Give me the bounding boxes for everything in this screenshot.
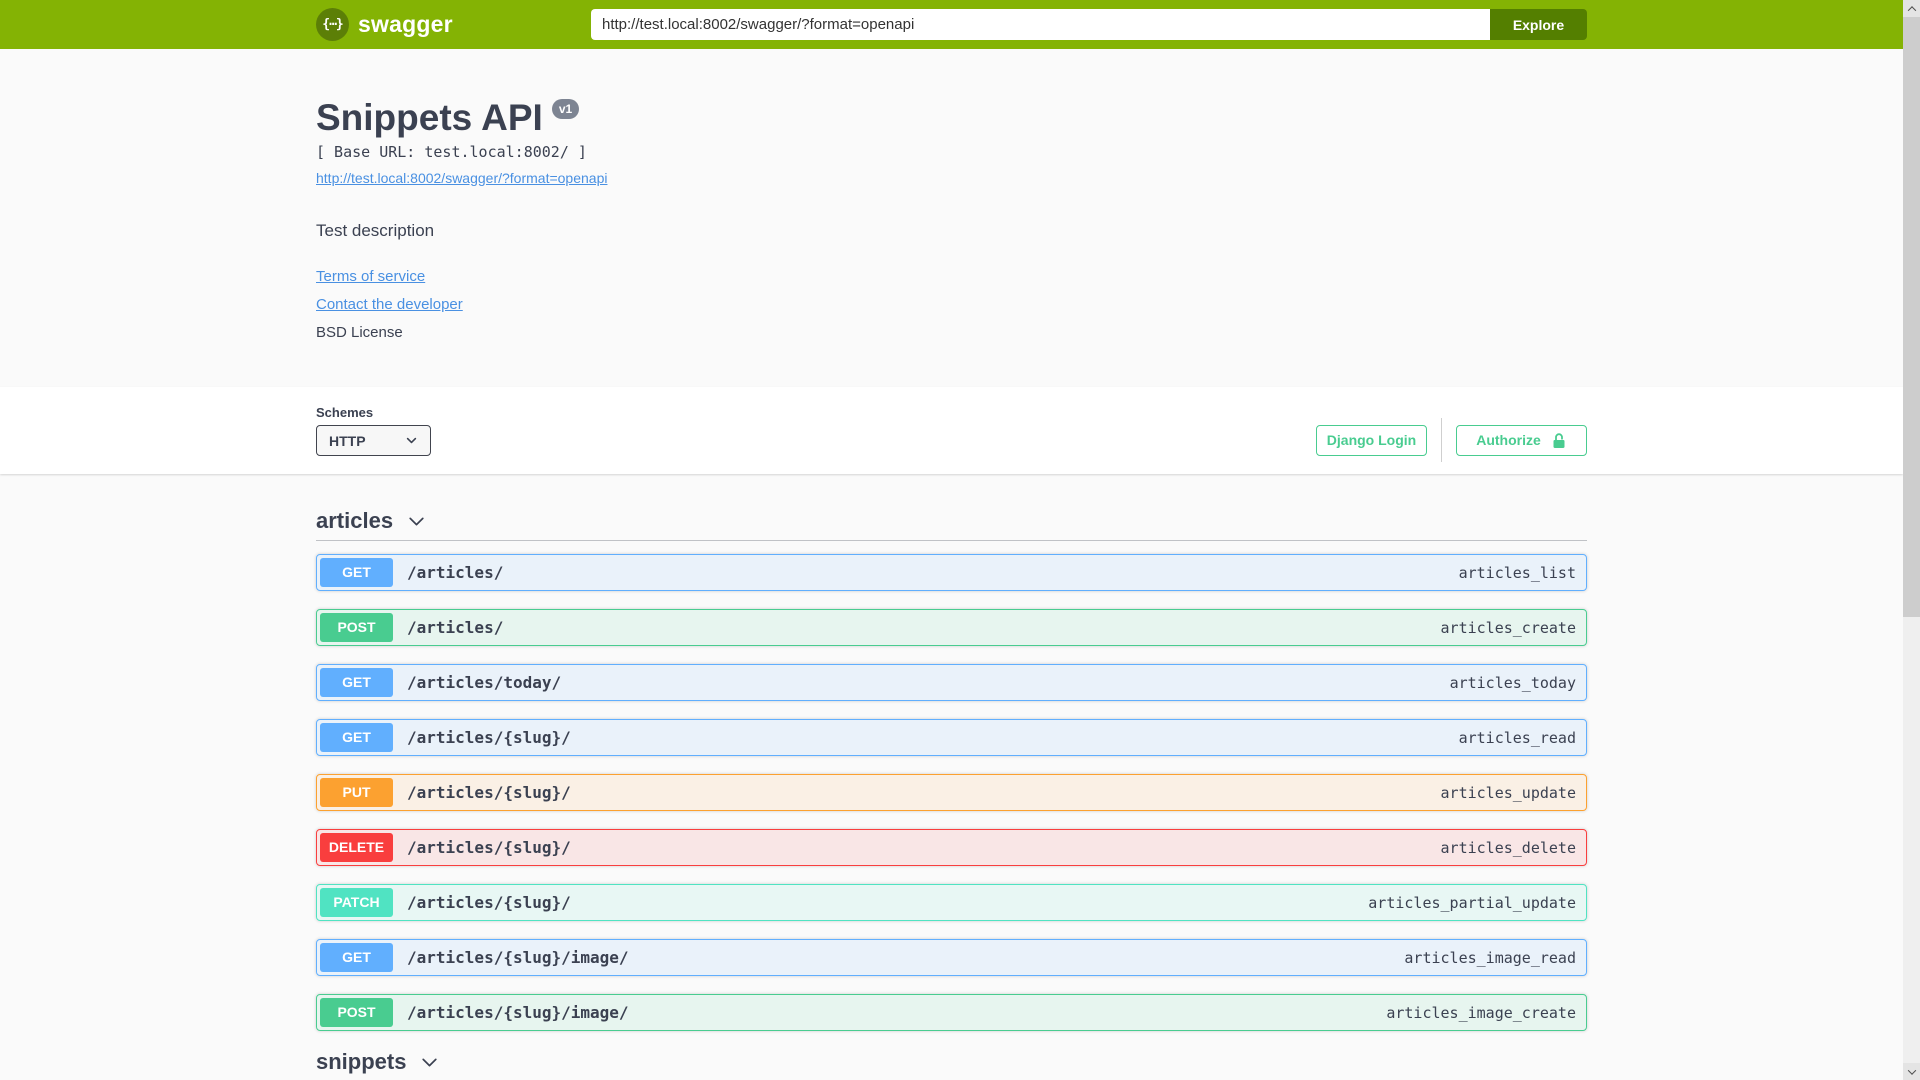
section-heading-snippets[interactable]: snippets [316,1049,1587,1075]
page-title: Snippets API v1 [316,98,1587,138]
endpoint-row-articles-list[interactable]: GET /articles/ articles_list [316,554,1587,591]
endpoint-row-articles-create[interactable]: POST /articles/ articles_create [316,609,1587,646]
endpoint-row-articles-today[interactable]: GET /articles/today/ articles_today [316,664,1587,701]
operation-id: articles_image_create [1386,1003,1576,1022]
section-title: snippets [316,1049,407,1074]
endpoint-row-articles-image-create[interactable]: POST /articles/{slug}/image/ articles_im… [316,994,1587,1031]
endpoint-row-articles-partial-update[interactable]: PATCH /articles/{slug}/ articles_partial… [316,884,1587,921]
operation-id: articles_delete [1440,838,1576,857]
authorize-label: Authorize [1476,432,1541,448]
endpoint-row-articles-update[interactable]: PUT /articles/{slug}/ articles_update [316,774,1587,811]
license-text: BSD License [316,324,403,341]
section-title: articles [316,508,394,533]
api-description: Test description [316,221,435,240]
swagger-page: {⋯} swagger Explore Snippets API v1 [ Ba… [0,0,1903,1080]
operation-id: articles_today [1449,673,1576,692]
scrollbar-down-button[interactable] [1903,1063,1920,1080]
operation-id: articles_partial_update [1368,893,1576,912]
chevron-down-icon [406,437,417,444]
endpoint-path: /articles/{slug}/ [407,728,571,747]
scheme-container: Schemes HTTP Django Login Authorize [0,387,1903,474]
endpoint-path: /articles/ [407,618,504,637]
django-login-button[interactable]: Django Login [1316,424,1427,456]
http-method-badge: POST [320,613,393,642]
http-method-badge: GET [320,723,393,752]
endpoint-path: /articles/{slug}/image/ [407,948,629,967]
django-login-label: Django Login [1326,432,1417,448]
schemes-label: Schemes [316,405,374,420]
operation-id: articles_update [1440,783,1576,802]
operation-id: articles_image_read [1404,948,1576,967]
endpoint-path: /articles/today/ [407,673,562,692]
http-method-badge: GET [320,943,393,972]
http-method-badge: PATCH [320,888,393,917]
api-title-text: Snippets API [316,97,543,138]
topbar: {⋯} swagger Explore [0,0,1903,49]
http-method-badge: GET [320,558,393,587]
base-url: [ Base URL: test.local:8002/ ] [316,143,587,161]
explore-form: Explore [591,9,1587,40]
schemes-selected-value: HTTP [329,432,366,449]
section-articles: articles GET /articles/ articles_list PO… [316,508,1587,1031]
endpoint-path: /articles/{slug}/ [407,838,571,857]
operation-id: articles_read [1458,728,1576,747]
http-method-badge: PUT [320,778,393,807]
swagger-logo-icon: {⋯} [316,8,349,41]
swagger-brand[interactable]: {⋯} swagger [316,8,453,41]
operation-id: articles_create [1440,618,1576,637]
endpoint-path: /articles/{slug}/ [407,783,571,802]
section-divider [316,540,1587,541]
brand-name: swagger [358,11,453,37]
scrollbar-thumb[interactable] [1903,17,1920,617]
section-heading-articles[interactable]: articles [316,508,1587,534]
contact-developer-link[interactable]: Contact the developer [316,296,463,313]
schemes-select[interactable]: HTTP [316,425,431,456]
endpoint-row-articles-delete[interactable]: DELETE /articles/{slug}/ articles_delete [316,829,1587,866]
endpoint-path: /articles/ [407,563,504,582]
section-snippets: snippets GET /snippets/ snippets_list [316,1049,1587,1080]
chevron-up-icon [1907,5,1916,15]
http-method-badge: DELETE [320,833,393,862]
endpoint-row-articles-image-read[interactable]: GET /articles/{slug}/image/ articles_ima… [316,939,1587,976]
explore-button[interactable]: Explore [1490,9,1587,40]
scrollbar[interactable] [1903,0,1920,1080]
spec-url-input[interactable] [591,9,1490,40]
info-section: Snippets API v1 [ Base URL: test.local:8… [316,49,1587,342]
http-method-badge: POST [320,998,393,1027]
http-method-badge: GET [320,668,393,697]
endpoint-path: /articles/{slug}/image/ [407,1003,629,1022]
chevron-down-icon [422,1058,438,1066]
version-badge: v1 [551,99,580,119]
spec-link[interactable]: http://test.local:8002/swagger/?format=o… [316,170,607,186]
authorize-button[interactable]: Authorize [1456,424,1587,456]
button-divider [1441,418,1442,462]
chevron-down-icon [1907,1065,1916,1075]
terms-of-service-link[interactable]: Terms of service [316,268,425,285]
chevron-down-icon [409,517,424,525]
endpoint-path: /articles/{slug}/ [407,893,571,912]
operation-id: articles_list [1458,563,1576,582]
scrollbar-up-button[interactable] [1903,0,1920,17]
unlocked-padlock-icon [1553,432,1565,448]
endpoint-row-articles-read[interactable]: GET /articles/{slug}/ articles_read [316,719,1587,756]
